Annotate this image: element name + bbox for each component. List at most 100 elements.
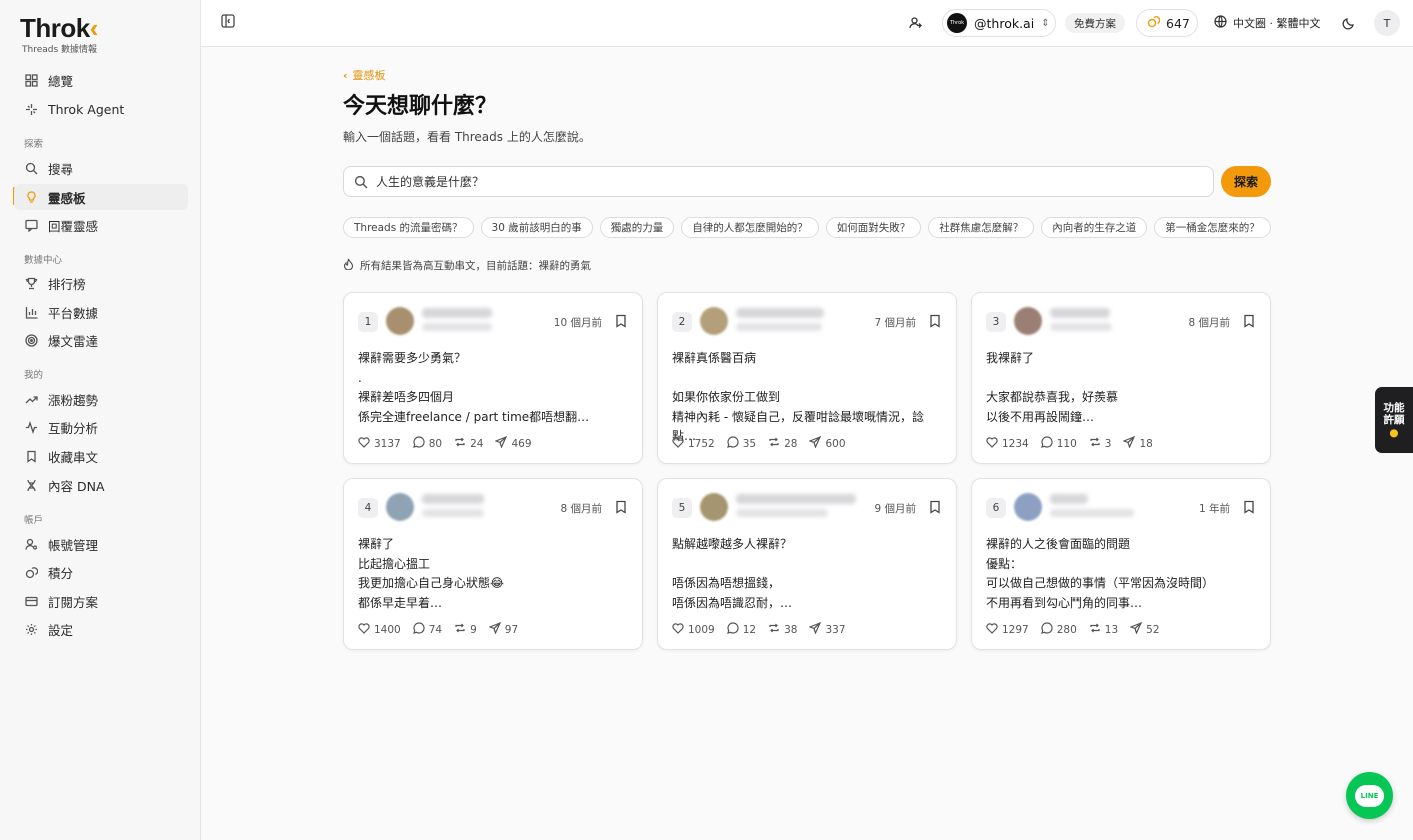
comment-icon [726,622,743,637]
comments-count: 80 [428,437,443,450]
comments-count: 12 [742,623,757,636]
send-icon [808,435,825,451]
post-stats: 1009 12 38 337 [672,621,858,637]
author-handle-blurred [422,509,484,517]
sidebar-item-engagement-analysis[interactable]: 互動分析 [14,414,188,440]
author-avatar[interactable] [386,493,414,521]
sidebar-item-settings[interactable]: 設定 [14,616,188,642]
feature-request-tab[interactable]: 功能 許願 ● [1375,387,1413,453]
user-avatar[interactable]: T [1374,10,1400,36]
topic-chip[interactable]: 自律的人都怎麼開始的？ [681,217,819,238]
sidebar-item-throk-agent[interactable]: Throk Agent [14,96,188,122]
switch-account-icon[interactable] [908,9,924,37]
likes-stat: 1752 [672,436,715,451]
topic-chip[interactable]: 第一桶金怎麼來的？ [1154,217,1271,238]
topic-chip[interactable]: 內向者的生存之道 [1041,217,1148,238]
thread-card[interactable]: 3 8 個月前 我裸辭了 大家都說恭喜我，好羨慕 以後不用再設鬧鐘… 1234 110 3… [971,292,1271,464]
topic-chip[interactable]: 社群焦慮怎麼解？ [928,217,1035,238]
thread-card[interactable]: 5 9 個月前 點解越嚟越多人裸辭？ 唔係因為唔想搵錢， 唔係因為唔識忍耐，… 100… [657,478,957,650]
sidebar-item-credits[interactable]: 積分 [14,559,188,585]
post-text: 裸辭了 比起擔心搵工 我更加擔心自己身心狀態😂 都係早走早着… [358,537,505,610]
breadcrumb-label: 靈感板 [352,69,386,82]
post-time: 1 年前 [1198,503,1230,515]
account-switcher[interactable]: Throk @throk.ai ⇕ [942,9,1056,37]
author-avatar[interactable] [700,307,728,335]
explore-button[interactable]: 探索 [1221,166,1271,197]
sidebar-item-overview[interactable]: 總覽 [14,67,188,93]
sidebar-item-label: 互動分析 [48,420,99,436]
comment-icon [726,436,743,451]
post-time: 8 個月前 [560,503,602,515]
language-selector[interactable]: 中文圈 · 繁體中文 [1214,9,1321,37]
logo-accent-mark: ‹ [89,13,99,43]
shares-stat: 18 [1122,435,1153,451]
author-avatar[interactable] [386,307,414,335]
credits-button[interactable]: 647 [1136,9,1198,37]
topic-chip[interactable]: 獨處的力量 [599,217,675,238]
reposts-stat: 3 [1089,436,1111,451]
suggested-topics: Threads 的流量密碼？ 30 歲前該明白的事 獨處的力量 自律的人都怎麼開… [343,217,1278,238]
sidebar-toggle-icon[interactable] [221,14,239,32]
sidebar-item-account-management[interactable]: 帳號管理 [14,531,188,557]
bookmark-icon[interactable] [1243,314,1255,328]
sidebar-item-label: 內容 DNA [48,478,105,494]
sidebar-item-label: 設定 [48,622,74,638]
author-name-blurred [1050,494,1088,504]
thread-card[interactable]: 2 7 個月前 裸辭真係醫百病 如果你依家份工做到 精神內耗 - 懷疑自己，反覆咁諗… [657,292,957,464]
coins-icon [1147,15,1161,32]
reposts-stat: 9 [454,622,477,637]
heart-icon [672,622,688,637]
thread-card[interactable]: 1 10 個月前 裸辭需要多少勇氣？ . 裸辭差唔多四個月 係完全連freelanc… [343,292,643,464]
sidebar-item-leaderboard[interactable]: 排行榜 [14,270,188,296]
sidebar-item-subscription[interactable]: 訂閱方案 [14,588,188,614]
sidebar-item-follower-trend[interactable]: 漲粉趨勢 [14,386,188,412]
send-icon [1129,621,1146,637]
comments-stat: 74 [412,622,442,637]
author-avatar[interactable] [1014,307,1042,335]
post-text: 裸辭需要多少勇氣？ . 裸辭差唔多四個月 係完全連freelance / par… [358,351,590,424]
feature-tab-label-2: 許願 [1383,413,1405,426]
page-subtitle: 輸入一個話題，看看 Threads 上的人怎麼說。 [343,130,591,144]
bookmark-icon[interactable] [929,500,941,514]
sidebar-item-viral-radar[interactable]: 爆文雷達 [14,327,188,353]
comment-icon [412,622,429,637]
account-avatar: Throk [947,13,967,33]
topic-chip[interactable]: 如何面對失敗？ [825,217,922,238]
bookmark-icon[interactable] [929,314,941,328]
bookmark-icon[interactable] [1243,500,1255,514]
app-logo[interactable]: Throk‹ Threads 數據情報 [20,14,98,55]
results-note-text: 所有結果皆為高互動串文，目前話題：裸辭的勇氣 [360,260,591,272]
topic-search-box[interactable] [343,166,1214,197]
sparkle-icon [24,102,38,116]
thread-card[interactable]: 6 1 年前 裸辭的人之後會面臨的問題 優點： 可以做自己想做的事情（平常因為沒時間… [971,478,1271,650]
line-chat-button[interactable]: LINE [1346,772,1393,819]
send-icon [488,621,505,637]
breadcrumb[interactable]: ‹ 靈感板 [343,67,386,83]
comments-count: 110 [1056,437,1077,450]
sidebar-item-saved-threads[interactable]: 收藏串文 [14,443,188,469]
lightbulb-icon: ● [1389,426,1399,439]
bookmark-icon [24,449,38,463]
sidebar-item-content-dna[interactable]: 內容 DNA [14,472,188,498]
post-time: 9 個月前 [874,503,916,515]
moon-icon[interactable] [1340,9,1356,37]
author-avatar[interactable] [700,493,728,521]
sidebar-item-platform-data[interactable]: 平台數據 [14,299,188,325]
bookmark-icon[interactable] [615,314,627,328]
author-avatar[interactable] [1014,493,1042,521]
sidebar-item-label: 回覆靈感 [48,218,99,234]
thread-card[interactable]: 4 8 個月前 裸辭了 比起擔心搵工 我更加擔心自己身心狀態😂 都係早走早着… 140… [343,478,643,650]
plan-badge[interactable]: 免費方案 [1065,13,1125,33]
post-stats: 3137 80 24 469 [358,435,544,451]
topic-chip[interactable]: Threads 的流量密碼？ [343,217,474,238]
top-bar: Throk @throk.ai ⇕ 免費方案 647 中文圈 · 繁體中文 T [201,0,1413,47]
sidebar-item-reply-inspiration[interactable]: 回覆靈感 [14,212,188,238]
chevron-left-icon: ‹ [343,68,348,82]
topic-chip[interactable]: 30 歲前該明白的事 [480,217,593,238]
bookmark-icon[interactable] [615,500,627,514]
sidebar-item-inspiration-board[interactable]: 靈感板 [14,184,188,210]
chevron-updown-icon: ⇕ [1041,17,1050,29]
likes-stat: 1400 [358,622,401,637]
sidebar-item-search[interactable]: 搜尋 [14,155,188,181]
topic-search-input[interactable] [376,174,1176,189]
